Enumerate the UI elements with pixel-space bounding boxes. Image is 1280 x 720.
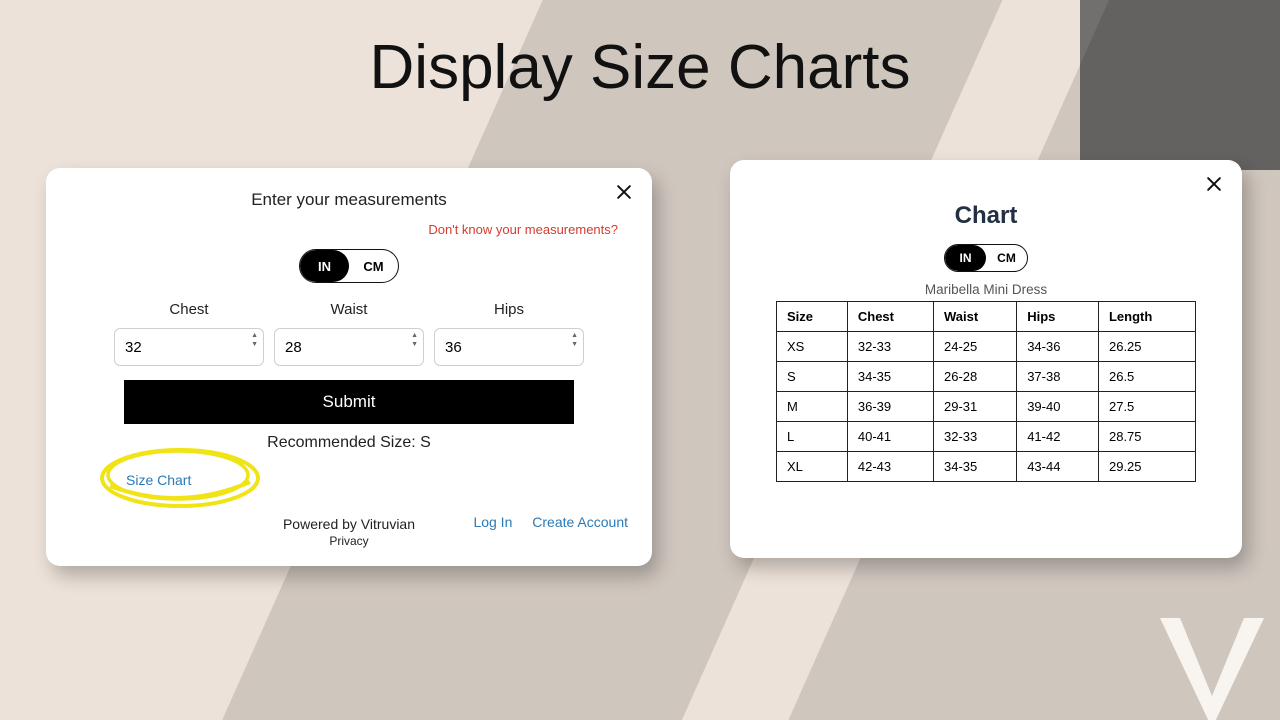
login-link[interactable]: Log In — [473, 514, 512, 530]
cell: XS — [777, 332, 848, 362]
chart-title: Chart — [748, 202, 1224, 230]
create-account-link[interactable]: Create Account — [532, 514, 628, 530]
cell: 36-39 — [847, 392, 933, 422]
unit-in-button[interactable]: IN — [300, 250, 349, 282]
cell: 40-41 — [847, 422, 933, 452]
cell: 39-40 — [1017, 392, 1099, 422]
close-icon[interactable] — [1204, 174, 1224, 199]
waist-input[interactable] — [274, 328, 424, 366]
table-row: XS 32-33 24-25 34-36 26.25 — [777, 332, 1196, 362]
chest-label: Chest — [114, 301, 264, 318]
cell: M — [777, 392, 848, 422]
cell: 34-35 — [847, 362, 933, 392]
header-length: Length — [1098, 302, 1195, 332]
cell: 27.5 — [1098, 392, 1195, 422]
unit-in-button[interactable]: IN — [945, 245, 986, 271]
cell: 34-36 — [1017, 332, 1099, 362]
header-hips: Hips — [1017, 302, 1099, 332]
size-chart-link[interactable]: Size Chart — [126, 472, 191, 488]
cell: 26.5 — [1098, 362, 1195, 392]
cell: 43-44 — [1017, 452, 1099, 482]
table-row: XL 42-43 34-35 43-44 29.25 — [777, 452, 1196, 482]
size-chart-table: Size Chest Waist Hips Length XS 32-33 24… — [776, 301, 1196, 482]
page-title: Display Size Charts — [0, 32, 1280, 103]
hips-label: Hips — [434, 301, 584, 318]
cell: 26-28 — [933, 362, 1016, 392]
table-row: S 34-35 26-28 37-38 26.5 — [777, 362, 1196, 392]
waist-label: Waist — [274, 301, 424, 318]
cell: S — [777, 362, 848, 392]
header-chest: Chest — [847, 302, 933, 332]
vitruvian-logo-icon — [1152, 610, 1272, 720]
table-row: L 40-41 32-33 41-42 28.75 — [777, 422, 1196, 452]
table-row: M 36-39 29-31 39-40 27.5 — [777, 392, 1196, 422]
unit-toggle[interactable]: IN CM — [944, 244, 1028, 272]
product-name: Maribella Mini Dress — [748, 282, 1224, 297]
cell: 42-43 — [847, 452, 933, 482]
cell: L — [777, 422, 848, 452]
header-size: Size — [777, 302, 848, 332]
chart-card: Chart IN CM Maribella Mini Dress Size Ch… — [730, 160, 1242, 558]
hips-input[interactable] — [434, 328, 584, 366]
unit-toggle[interactable]: IN CM — [299, 249, 399, 283]
cell: 24-25 — [933, 332, 1016, 362]
cell: 37-38 — [1017, 362, 1099, 392]
submit-button[interactable]: Submit — [124, 380, 574, 424]
waist-stepper[interactable]: ▲▼ — [411, 332, 418, 348]
cell: XL — [777, 452, 848, 482]
unit-cm-button[interactable]: CM — [986, 245, 1027, 271]
chest-input[interactable] — [114, 328, 264, 366]
cell: 29-31 — [933, 392, 1016, 422]
unit-cm-button[interactable]: CM — [349, 250, 398, 282]
cell: 32-33 — [847, 332, 933, 362]
close-icon[interactable] — [614, 182, 634, 207]
cell: 26.25 — [1098, 332, 1195, 362]
chest-stepper[interactable]: ▲▼ — [251, 332, 258, 348]
cell: 34-35 — [933, 452, 1016, 482]
measurements-heading: Enter your measurements — [70, 190, 628, 210]
cell: 41-42 — [1017, 422, 1099, 452]
cell: 29.25 — [1098, 452, 1195, 482]
recommended-size: Recommended Size: S — [70, 434, 628, 452]
header-waist: Waist — [933, 302, 1016, 332]
dont-know-link[interactable]: Don't know your measurements? — [70, 222, 628, 237]
cell: 28.75 — [1098, 422, 1195, 452]
privacy-link[interactable]: Privacy — [70, 534, 628, 548]
cell: 32-33 — [933, 422, 1016, 452]
measurements-card: Enter your measurements Don't know your … — [46, 168, 652, 566]
hips-stepper[interactable]: ▲▼ — [571, 332, 578, 348]
